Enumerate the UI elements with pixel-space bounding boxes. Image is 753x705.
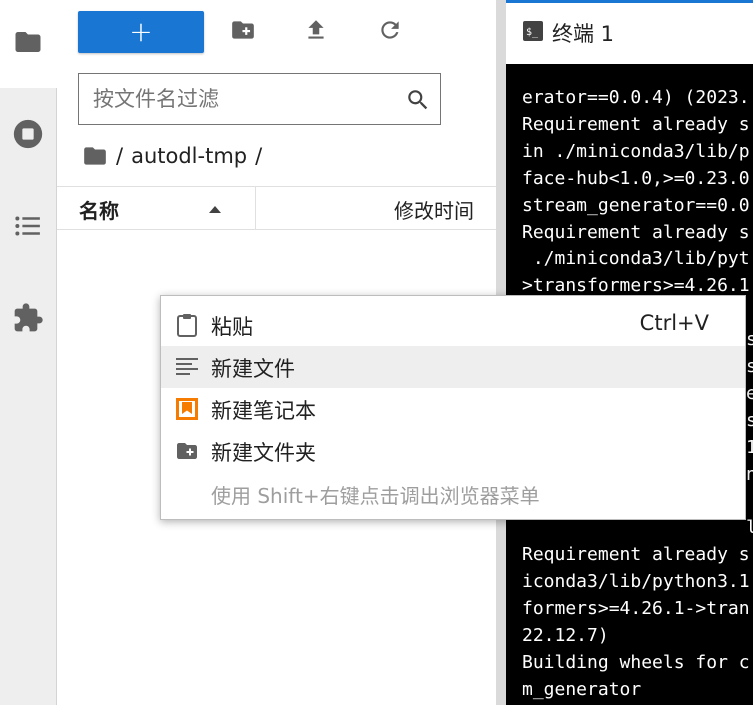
menu-hint: 使用 Shift+右键点击调出浏览器菜单 — [211, 484, 540, 508]
new-folder-button[interactable] — [225, 14, 261, 50]
context-menu: 粘贴 Ctrl+V 新建文件 新建笔记本 新建文件夹 使用 Shift+右键点击… — [160, 295, 746, 520]
breadcrumb: / autodl-tmp / — [82, 140, 262, 172]
menu-item-shortcut: Ctrl+V — [639, 311, 709, 335]
column-header-name[interactable]: 名称 — [79, 195, 119, 224]
terminal-icon: $_ — [522, 20, 544, 46]
terminal-line: in ./miniconda3/lib/p — [522, 140, 750, 162]
text-file-icon — [175, 355, 199, 379]
search-icon[interactable] — [405, 87, 431, 117]
breadcrumb-trailing: / — [255, 144, 263, 168]
filter-box — [78, 73, 441, 125]
new-folder-icon — [230, 17, 256, 47]
terminal-partial-char: l — [746, 517, 753, 539]
terminal-line: Requirement already s — [522, 221, 750, 243]
new-launcher-button[interactable]: + — [78, 11, 204, 53]
home-folder-icon[interactable] — [82, 143, 108, 169]
menu-item-new-notebook[interactable]: 新建笔记本 — [161, 388, 745, 430]
column-divider[interactable] — [255, 187, 256, 229]
terminal-partial-char: e — [746, 382, 753, 404]
terminal-tab-label: 终端 1 — [552, 22, 615, 46]
puzzle-icon[interactable] — [10, 300, 46, 336]
folder-icon[interactable] — [10, 24, 46, 60]
upload-icon — [303, 17, 329, 47]
terminal-line: face-hub<1.0,>=0.23.0 — [522, 167, 750, 189]
terminal-line: erator==0.0.4) (2023. — [522, 87, 750, 108]
terminal-partial-char: s — [746, 356, 753, 377]
activity-selected-tab[interactable] — [0, 0, 57, 88]
terminal-line: Requirement already s — [522, 544, 750, 566]
menu-item-label: 新建文件夹 — [211, 441, 316, 465]
new-folder-icon — [175, 439, 199, 463]
terminal-partial-char: s — [746, 409, 753, 431]
menu-item-label: 粘贴 — [211, 315, 253, 339]
sort-ascending-icon[interactable] — [207, 201, 223, 220]
activity-bar — [0, 0, 57, 705]
terminal-line: m_generator — [522, 678, 642, 700]
filter-input[interactable] — [93, 74, 393, 124]
breadcrumb-separator: / — [116, 144, 124, 168]
notebook-icon — [175, 397, 199, 421]
menu-item-label: 新建文件 — [211, 357, 295, 381]
terminal-line: ./miniconda3/lib/pyt — [522, 248, 750, 270]
terminal-line: Requirement already s — [522, 113, 750, 135]
terminal-partial-char: n — [746, 463, 753, 485]
clipboard-icon — [175, 313, 199, 337]
list-icon[interactable] — [10, 208, 46, 244]
terminal-partial-char: s — [746, 329, 753, 351]
menu-item-paste[interactable]: 粘贴 Ctrl+V — [161, 304, 745, 346]
terminal-line: iconda3/lib/python3.1 — [522, 571, 750, 593]
svg-text:$_: $_ — [526, 27, 539, 38]
terminal-line: Building wheels for c — [522, 651, 750, 673]
refresh-icon — [377, 17, 403, 47]
refresh-button[interactable] — [372, 14, 408, 50]
upload-button[interactable] — [298, 14, 334, 50]
menu-item-label: 新建笔记本 — [211, 399, 316, 423]
menu-item-new-file[interactable]: 新建文件 — [161, 346, 745, 388]
listing-header: 名称 修改时间 — [57, 186, 496, 230]
terminal-line: formers>=4.26.1->tran — [522, 598, 750, 620]
column-header-modified[interactable]: 修改时间 — [394, 195, 474, 224]
breadcrumb-path[interactable]: autodl-tmp — [131, 144, 247, 168]
stop-circle-icon[interactable] — [10, 116, 46, 152]
menu-item-new-folder[interactable]: 新建文件夹 — [161, 430, 745, 472]
plus-icon: + — [129, 15, 153, 48]
terminal-partial-char: 1 — [746, 436, 753, 458]
terminal-line: 22.12.7) — [522, 625, 609, 646]
terminal-tab[interactable]: $_ 终端 1 — [506, 0, 753, 64]
terminal-line: stream_generator==0.0 — [522, 194, 750, 216]
